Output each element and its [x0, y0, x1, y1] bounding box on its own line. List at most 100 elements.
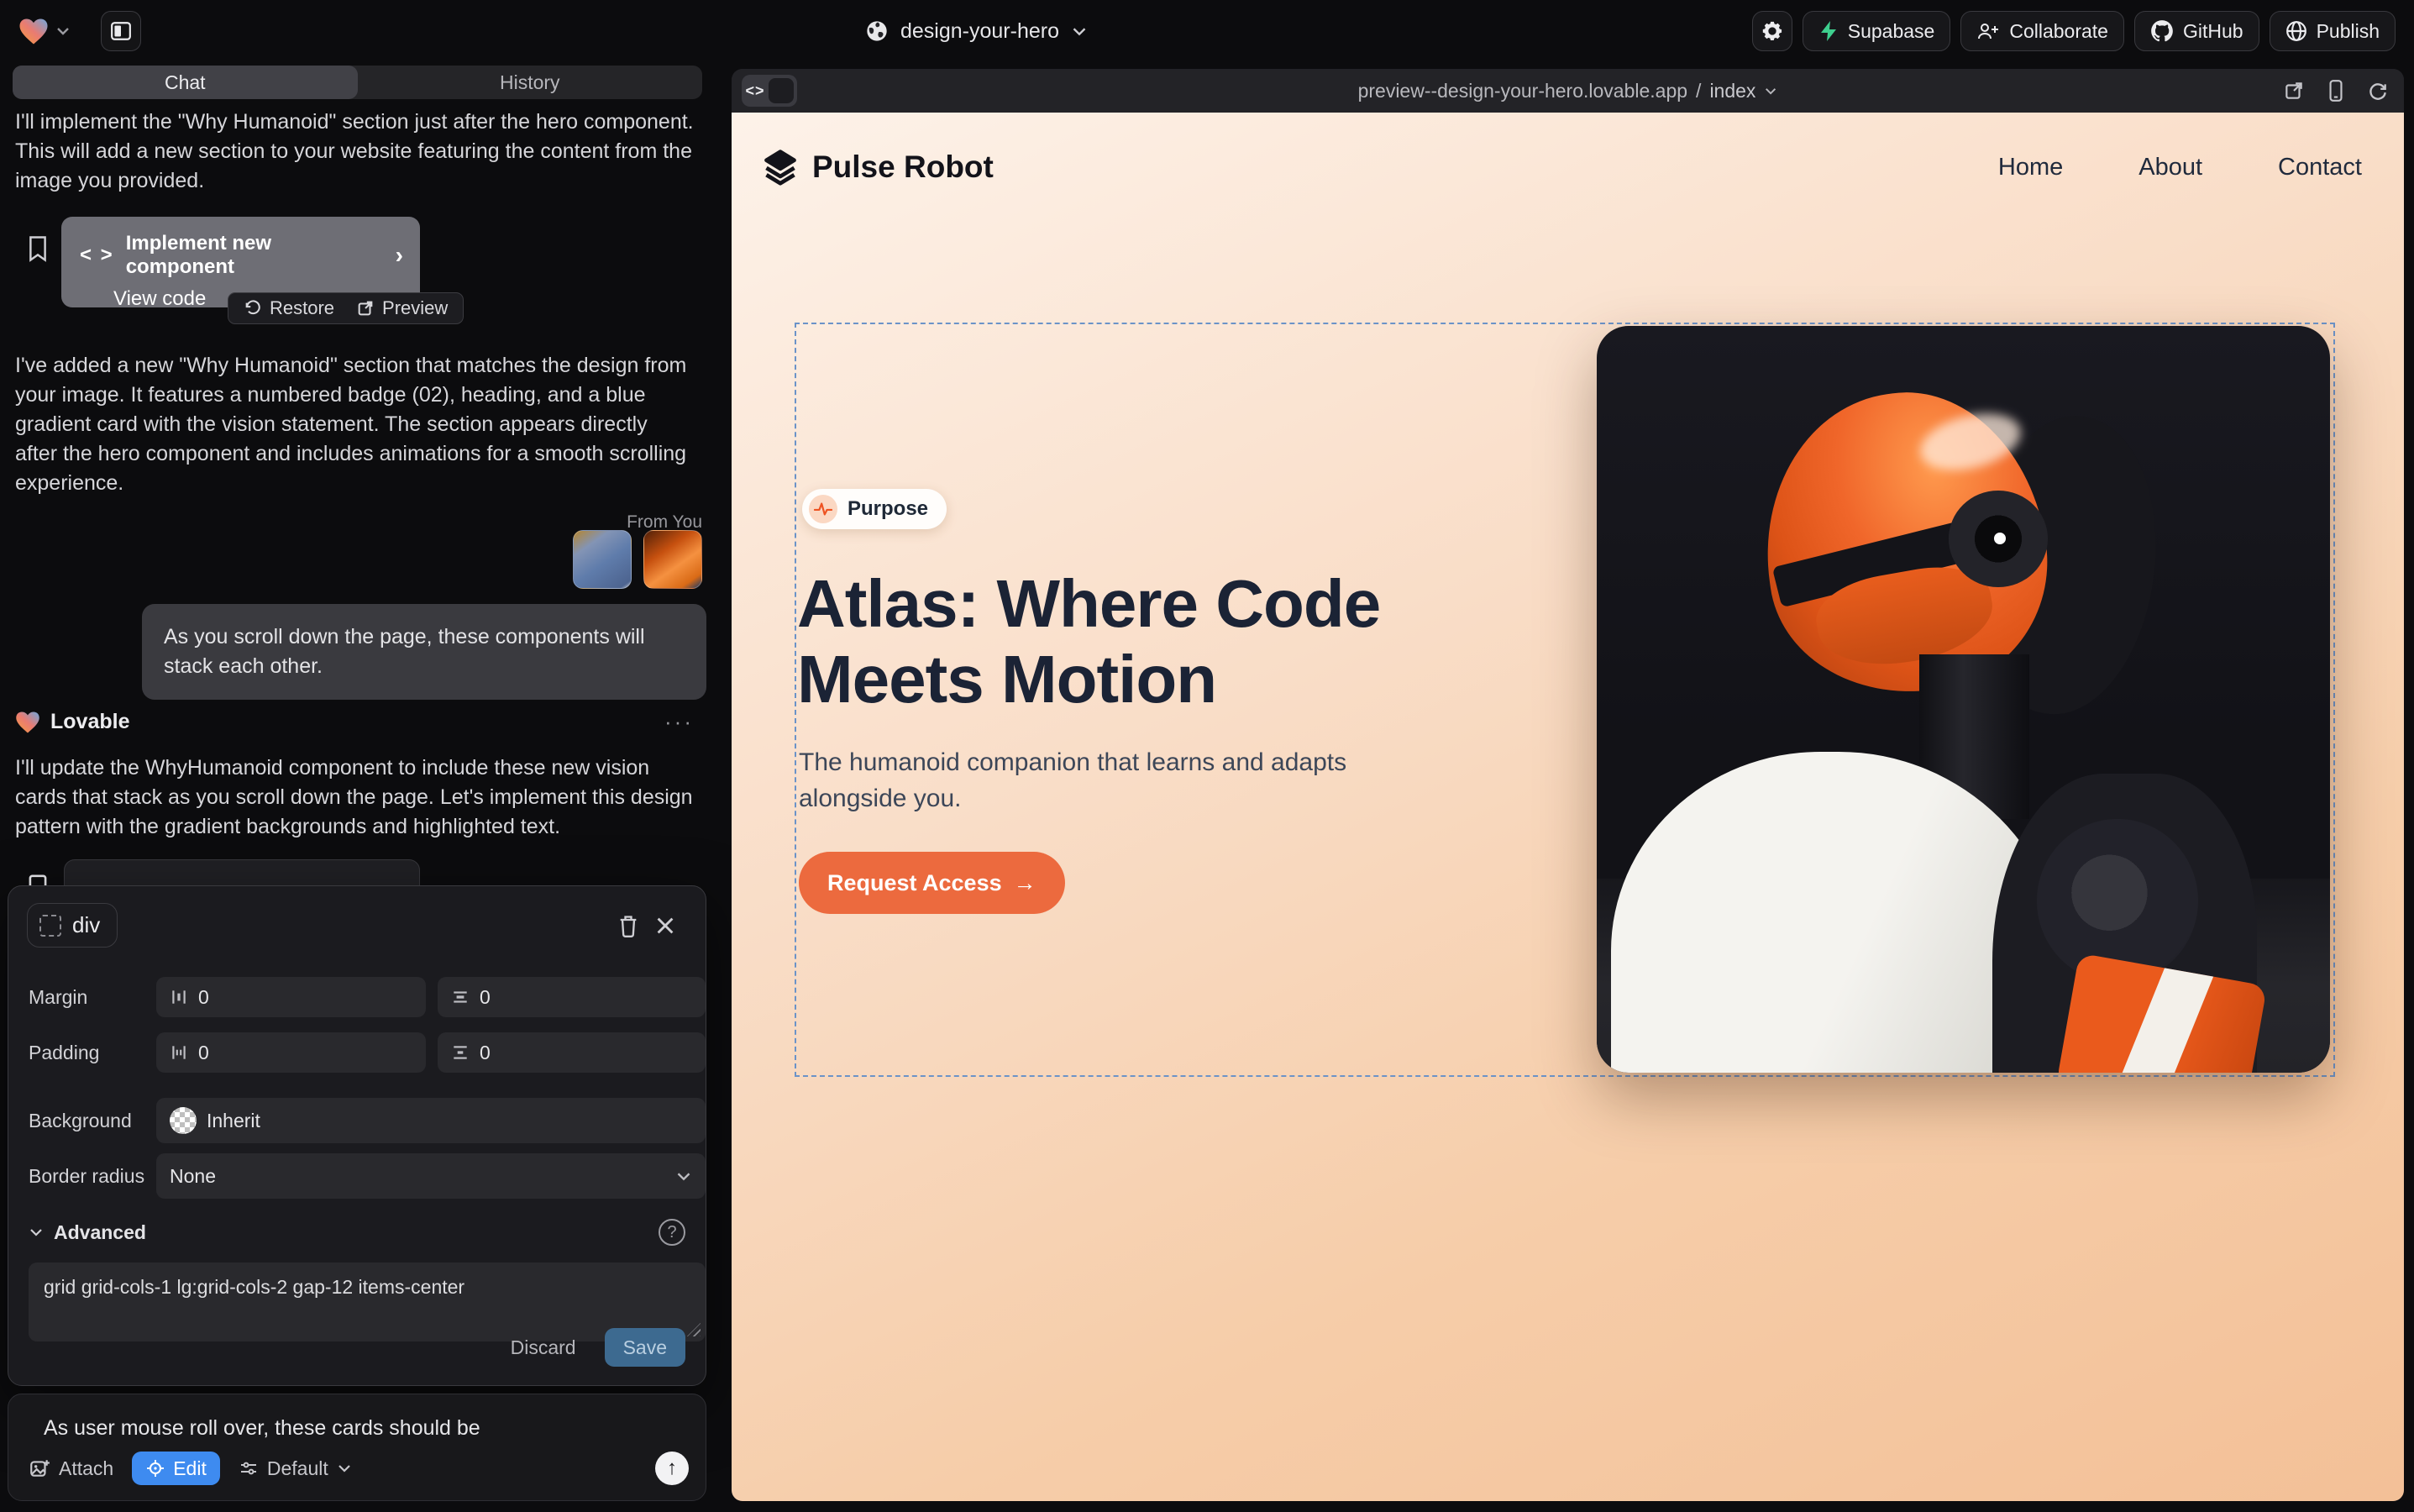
target-icon	[145, 1458, 165, 1478]
preview-pane: <> preview--design-your-hero.lovable.app…	[732, 69, 2404, 1501]
sidebar-toggle-button[interactable]	[101, 11, 141, 51]
help-icon[interactable]: ?	[659, 1219, 685, 1246]
preview-chrome: <> preview--design-your-hero.lovable.app…	[732, 69, 2404, 113]
model-mode-select[interactable]: Default	[239, 1457, 352, 1480]
attachment-thumbnails	[573, 530, 702, 589]
restore-icon	[244, 299, 262, 318]
border-radius-select[interactable]: None	[156, 1153, 706, 1199]
code-icon: <>	[742, 75, 769, 107]
tab-history[interactable]: History	[358, 66, 703, 99]
element-outline-icon	[39, 915, 61, 937]
hero-heading: Atlas: Where Code Meets Motion	[797, 566, 1380, 717]
restore-label: Restore	[270, 297, 334, 319]
restore-button[interactable]: Restore	[244, 297, 334, 319]
app-window: design-your-hero Supabase Collaborate Gi…	[0, 0, 2414, 1512]
supabase-button[interactable]: Supabase	[1803, 11, 1951, 51]
padding-y-value: 0	[480, 1042, 491, 1064]
preview-page: index	[1709, 80, 1755, 102]
user-message-bubble: As you scroll down the page, these compo…	[142, 604, 706, 700]
discard-button[interactable]: Discard	[511, 1336, 576, 1359]
selected-element-chip[interactable]: div	[27, 903, 118, 948]
chevron-down-icon	[337, 1463, 352, 1473]
purpose-badge-label: Purpose	[848, 497, 928, 521]
nav-link-contact[interactable]: Contact	[2278, 154, 2362, 181]
vertical-spacing-icon	[451, 988, 470, 1006]
composer-input[interactable]: As user mouse roll over, these cards sho…	[44, 1416, 480, 1441]
chat-composer[interactable]: As user mouse roll over, these cards sho…	[8, 1394, 706, 1501]
advanced-section-toggle[interactable]: Advanced ?	[8, 1219, 706, 1246]
margin-x-value: 0	[198, 986, 209, 1009]
background-input[interactable]: Inherit	[156, 1098, 706, 1143]
github-button[interactable]: GitHub	[2134, 11, 2259, 51]
collaborate-label: Collaborate	[2009, 20, 2108, 43]
external-link-icon	[356, 299, 375, 318]
tab-chat[interactable]: Chat	[13, 66, 358, 99]
hero-robot-image	[1597, 326, 2330, 1073]
refresh-button[interactable]	[2367, 80, 2389, 102]
border-radius-value: None	[170, 1165, 216, 1188]
save-button[interactable]: Save	[605, 1328, 685, 1367]
margin-label: Margin	[8, 986, 156, 1009]
robot-eye	[1949, 491, 2048, 588]
nav-link-about[interactable]: About	[2138, 154, 2202, 181]
padding-x-input[interactable]: 0	[156, 1032, 426, 1073]
site-navbar: Pulse Robot Home About Contact	[732, 113, 2404, 222]
project-name: design-your-hero	[900, 19, 1059, 44]
element-inspector-panel: div Margin 0 0	[8, 885, 706, 1386]
publish-button[interactable]: Publish	[2270, 11, 2396, 51]
bookmark-icon[interactable]	[27, 235, 49, 262]
background-label: Background	[8, 1110, 156, 1132]
margin-y-input[interactable]: 0	[438, 977, 706, 1017]
padding-y-input[interactable]: 0	[438, 1032, 706, 1073]
lovable-logo-menu[interactable]	[18, 18, 71, 45]
lovable-heart-icon	[18, 18, 49, 45]
cta-label: Request Access	[827, 870, 1002, 896]
delete-element-button[interactable]	[610, 907, 647, 944]
margin-x-input[interactable]: 0	[156, 977, 426, 1017]
mobile-view-button[interactable]	[2327, 79, 2345, 102]
assistant-name: Lovable	[50, 710, 129, 734]
chevron-down-icon	[1764, 87, 1777, 96]
topbar: design-your-hero Supabase Collaborate Gi…	[0, 0, 2414, 62]
chevron-down-icon	[1071, 26, 1088, 37]
preview-button[interactable]: Preview	[356, 297, 448, 319]
padding-x-value: 0	[198, 1042, 209, 1064]
toggle-knob	[769, 78, 794, 103]
edit-mode-button[interactable]: Edit	[132, 1452, 220, 1485]
attachment-thumbnail-orange[interactable]	[643, 530, 702, 589]
resize-handle[interactable]	[687, 1323, 701, 1336]
trash-icon	[617, 914, 639, 937]
chevron-down-icon	[55, 26, 71, 36]
attach-button[interactable]: Attach	[29, 1457, 113, 1480]
site-brand-name: Pulse Robot	[812, 150, 994, 185]
close-inspector-button[interactable]	[647, 907, 684, 944]
project-switcher[interactable]: design-your-hero	[865, 0, 1088, 62]
settings-button[interactable]	[1752, 11, 1792, 51]
message-menu-button[interactable]: ···	[664, 709, 694, 735]
github-label: GitHub	[2183, 20, 2243, 43]
chevron-right-icon: ›	[396, 242, 403, 269]
padding-label: Padding	[8, 1042, 156, 1064]
collaborate-button[interactable]: Collaborate	[1960, 11, 2124, 51]
request-access-button[interactable]: Request Access →	[799, 852, 1065, 914]
background-value: Inherit	[207, 1110, 260, 1132]
url-separator: /	[1696, 80, 1701, 102]
sidebar-tabs: Chat History	[13, 66, 702, 99]
preview-url-bar[interactable]: preview--design-your-hero.lovable.app / …	[1358, 80, 1778, 102]
globe-icon	[865, 19, 889, 43]
transparency-swatch-icon	[170, 1107, 197, 1134]
arrow-right-icon: →	[1014, 870, 1036, 896]
open-external-button[interactable]	[2283, 80, 2305, 102]
nav-link-home[interactable]: Home	[1998, 154, 2063, 181]
attach-label: Attach	[59, 1457, 113, 1480]
preview-url: preview--design-your-hero.lovable.app	[1358, 80, 1687, 102]
code-view-toggle[interactable]: <>	[742, 75, 797, 107]
site-brand[interactable]: Pulse Robot	[762, 149, 994, 186]
site-nav-links: Home About Contact	[1998, 154, 2362, 181]
margin-y-value: 0	[480, 986, 491, 1009]
assistant-message: I'll update the WhyHumanoid component to…	[15, 753, 694, 842]
site-page: Pulse Robot Home About Contact Purpose A…	[732, 113, 2404, 1501]
hero-subheading: The humanoid companion that learns and a…	[799, 744, 1370, 816]
send-button[interactable]: ↑	[655, 1452, 689, 1485]
attachment-thumbnail-blue[interactable]	[573, 530, 632, 589]
